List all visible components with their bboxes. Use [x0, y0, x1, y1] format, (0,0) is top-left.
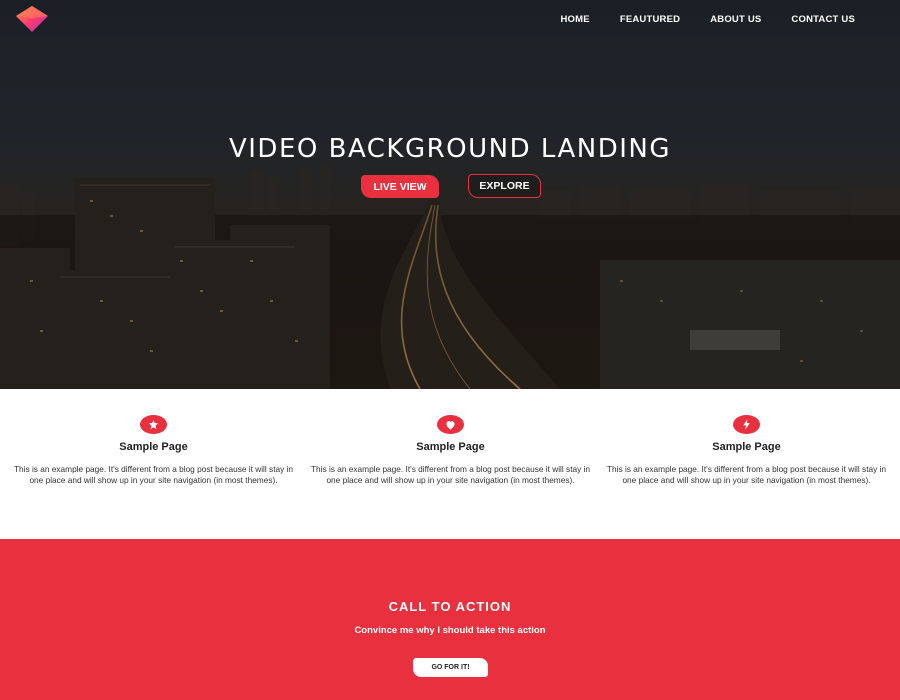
- nav-about-us[interactable]: ABOUT US: [710, 14, 761, 25]
- star-icon: [140, 415, 167, 434]
- go-for-it-button[interactable]: GO FOR IT!: [413, 658, 488, 677]
- feature-title: Sample Page: [712, 441, 781, 453]
- hero-section: HOME FEAUTURED ABOUT US CONTACT US VIDEO…: [0, 0, 900, 389]
- diamond-logo-icon[interactable]: [14, 4, 50, 34]
- cta-title: CALL TO ACTION: [388, 599, 512, 614]
- heart-icon: [437, 415, 464, 434]
- feature-card: Sample Page This is an example page. It'…: [599, 415, 894, 485]
- hero-title: VIDEO BACKGROUND LANDING: [228, 134, 672, 164]
- features-section: Sample Page This is an example page. It'…: [0, 389, 900, 539]
- feature-text: This is an example page. It's different …: [310, 464, 591, 485]
- call-to-action-section: CALL TO ACTION Convince me why I should …: [0, 539, 900, 700]
- feature-card: Sample Page This is an example page. It'…: [303, 415, 598, 485]
- live-view-button[interactable]: LIVE VIEW: [361, 175, 439, 198]
- nav-featured[interactable]: FEAUTURED: [620, 14, 680, 25]
- explore-button[interactable]: EXPLORE: [468, 174, 541, 198]
- feature-text: This is an example page. It's different …: [13, 464, 294, 485]
- feature-title: Sample Page: [119, 441, 188, 453]
- main-navigation: HOME FEAUTURED ABOUT US CONTACT US: [531, 14, 856, 25]
- lightning-icon: [733, 415, 760, 434]
- feature-text: This is an example page. It's different …: [606, 464, 887, 485]
- feature-title: Sample Page: [416, 441, 485, 453]
- nav-home[interactable]: HOME: [561, 14, 590, 25]
- cta-subtitle: Convince me why I should take this actio…: [354, 625, 546, 636]
- feature-card: Sample Page This is an example page. It'…: [6, 415, 301, 485]
- city-skyline-background: [0, 0, 900, 389]
- nav-contact-us[interactable]: CONTACT US: [791, 14, 855, 25]
